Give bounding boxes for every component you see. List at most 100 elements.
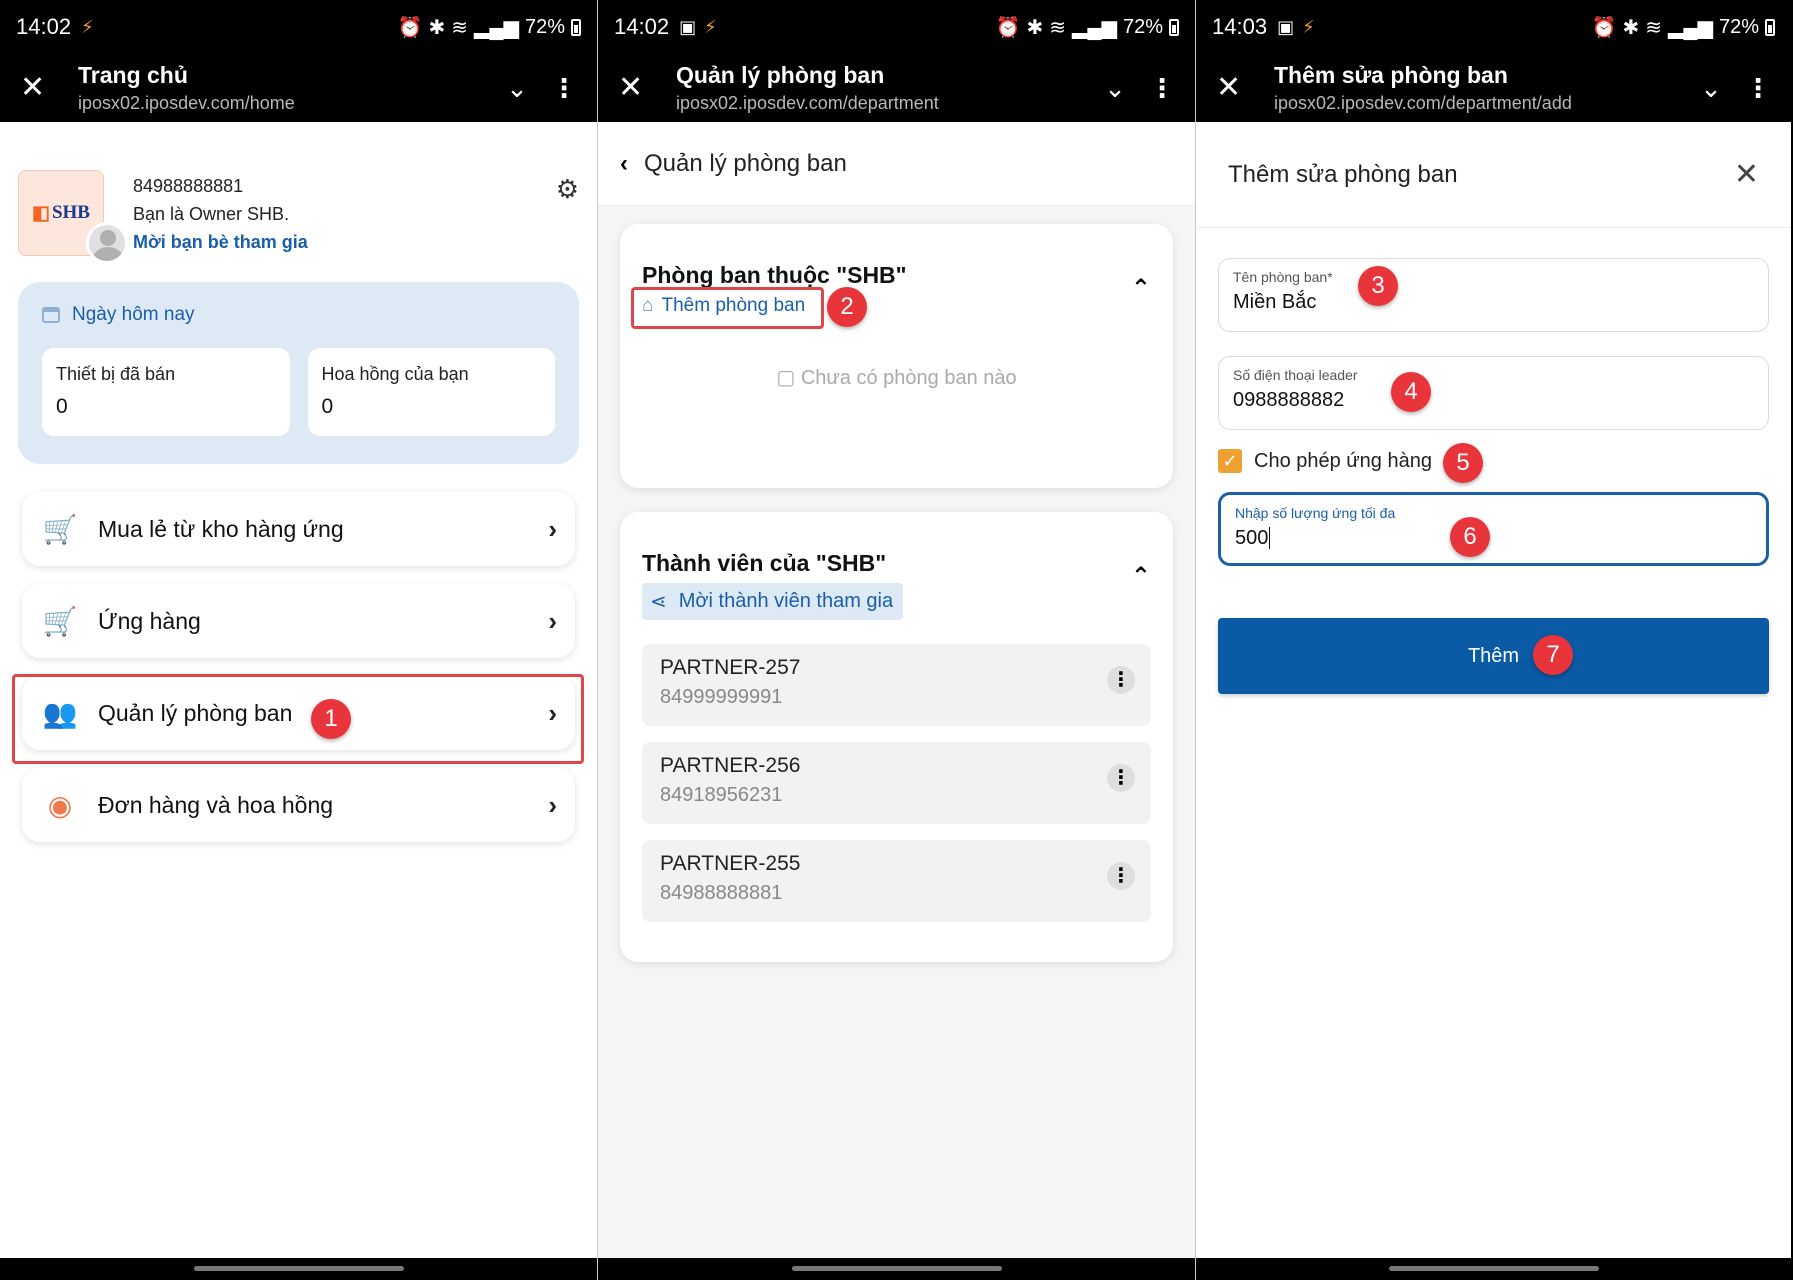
departments-title: Phòng ban thuộc "SHB" xyxy=(642,262,907,288)
department-name-field[interactable]: Tên phòng ban* Miền Bắc xyxy=(1218,258,1769,332)
close-icon[interactable]: ✕ xyxy=(618,73,676,103)
checkbox-label: Cho phép ứng hàng xyxy=(1254,449,1432,472)
stat-label: Hoa hồng của bạn xyxy=(321,364,469,384)
members-title: Thành viên của "SHB" xyxy=(642,550,887,576)
gear-icon[interactable]: ⚙ xyxy=(556,174,579,205)
field-label: Số điện thoại leader xyxy=(1233,367,1358,383)
image-icon: ▣ xyxy=(1277,16,1295,37)
signal-icon: ▂▄▆ xyxy=(1668,16,1713,39)
member-row[interactable]: PARTNER-255 84988888881 ⋮ xyxy=(642,840,1151,922)
browser-bar: ✕ Trang chủ iposx02.iposdev.com/home ⌄ ⋮ xyxy=(0,54,597,122)
menu-item-orders[interactable]: ◉ Đơn hàng và hoa hồng › xyxy=(22,768,575,842)
member-name: PARTNER-257 xyxy=(660,656,801,679)
step-badge: 4 xyxy=(1391,372,1431,412)
step-badge: 3 xyxy=(1358,266,1398,306)
chevron-down-icon[interactable]: ⌄ xyxy=(1681,73,1741,104)
step-badge: 1 xyxy=(311,699,351,739)
field-value: 0988888882 xyxy=(1233,389,1345,411)
browser-bar: ✕ Quản lý phòng ban iposx02.iposdev.com/… xyxy=(598,54,1195,122)
more-vert-icon[interactable]: ⋮ xyxy=(1145,73,1175,104)
avatar xyxy=(86,222,128,264)
chevron-down-icon[interactable]: ⌄ xyxy=(487,73,547,104)
browser-url: iposx02.iposdev.com/home xyxy=(78,93,295,113)
more-vert-icon[interactable]: ⋮ xyxy=(1107,862,1135,890)
add-button[interactable]: Thêm xyxy=(1218,618,1769,694)
today-panel: Ngày hôm nay Thiết bị đã bán 0 Hoa hồng … xyxy=(18,282,579,464)
back-icon[interactable]: ‹ xyxy=(620,150,628,178)
more-vert-icon[interactable]: ⋮ xyxy=(1741,73,1771,104)
menu-item-retail[interactable]: 🛒 Mua lẻ từ kho hàng ứng › xyxy=(22,492,575,566)
home-indicator xyxy=(0,1258,597,1280)
wifi-icon: ≋ xyxy=(1645,16,1663,39)
browser-bar: ✕ Thêm sửa phòng ban iposx02.iposdev.com… xyxy=(1196,54,1791,122)
highlight-box xyxy=(631,287,824,329)
home-indicator xyxy=(1196,1258,1791,1280)
more-vert-icon[interactable]: ⋮ xyxy=(547,73,577,104)
app-notification-icon: ⚡ xyxy=(704,16,717,37)
stat-value: 0 xyxy=(321,395,334,418)
battery-icon xyxy=(1169,18,1179,36)
image-icon: ▣ xyxy=(679,16,697,37)
step-badge: 5 xyxy=(1443,443,1483,483)
battery-icon xyxy=(571,18,581,36)
profile-section: ◧ SHB 84988888881 Bạn là Owner SHB. Mời b… xyxy=(0,122,597,282)
calendar-icon xyxy=(42,307,60,323)
screen-departments: 14:02 ▣ ⚡ ⏰ ✱ ≋ ▂▄▆ 72% ✕ Quản lý phòng … xyxy=(597,0,1195,1280)
departments-card: Phòng ban thuộc "SHB" ⌃ ⌂ Thêm phòng ban… xyxy=(620,224,1173,488)
step-badge: 7 xyxy=(1533,635,1573,675)
bluetooth-icon: ✱ xyxy=(428,16,446,39)
browser-url: iposx02.iposdev.com/department/add xyxy=(1274,93,1572,113)
member-name: PARTNER-256 xyxy=(660,754,801,777)
highlight-box xyxy=(12,674,584,764)
today-title: Ngày hôm nay xyxy=(72,304,195,325)
alarm-icon: ⏰ xyxy=(1591,16,1617,39)
chevron-down-icon[interactable]: ⌄ xyxy=(1085,73,1145,104)
close-icon[interactable]: ✕ xyxy=(20,73,78,103)
more-vert-icon[interactable]: ⋮ xyxy=(1107,764,1135,792)
invite-friends-link[interactable]: Mời bạn bè tham gia xyxy=(133,228,308,256)
step-badge: 2 xyxy=(827,287,867,327)
page-body: Phòng ban thuộc "SHB" ⌃ ⌂ Thêm phòng ban… xyxy=(598,206,1195,1258)
chevron-up-icon[interactable]: ⌃ xyxy=(1131,274,1151,303)
empty-state: ▢ Chưa có phòng ban nào xyxy=(642,365,1151,390)
add-button-label: Thêm xyxy=(1467,644,1520,667)
leader-phone-field[interactable]: Số điện thoại leader 0988888882 xyxy=(1218,356,1769,430)
chevron-up-icon[interactable]: ⌃ xyxy=(1131,562,1151,591)
chevron-right-icon: › xyxy=(548,789,557,820)
invite-member-button[interactable]: ⋖ Mời thành viên tham gia xyxy=(642,583,904,620)
step-badge: 6 xyxy=(1450,517,1490,557)
screen-add-department: 14:03 ▣ ⚡ ⏰ ✱ ≋ ▂▄▆ 72% ✕ Thêm sửa phòng… xyxy=(1195,0,1791,1280)
profile-role: Bạn là Owner SHB. xyxy=(133,204,290,224)
signal-icon: ▂▄▆ xyxy=(474,16,519,39)
member-phone: 84918956231 xyxy=(660,784,783,806)
more-vert-icon[interactable]: ⋮ xyxy=(1107,666,1135,694)
browser-url: iposx02.iposdev.com/department xyxy=(676,93,939,113)
close-icon[interactable]: ✕ xyxy=(1734,157,1759,192)
member-name: PARTNER-255 xyxy=(660,852,801,875)
dialog-header: Thêm sửa phòng ban ✕ xyxy=(1196,122,1791,228)
stat-value: 0 xyxy=(56,395,68,418)
battery-text: 72% xyxy=(1718,15,1759,38)
member-row[interactable]: PARTNER-257 84999999991 ⋮ xyxy=(642,644,1151,726)
dialog-title: Thêm sửa phòng ban xyxy=(1228,160,1458,188)
empty-box-icon: ▢ xyxy=(776,367,796,389)
status-time: 14:02 xyxy=(614,14,670,39)
status-bar: 14:02 ⚡ ⏰ ✱ ≋ ▂▄▆ 72% xyxy=(0,0,597,54)
status-time: 14:02 xyxy=(16,14,72,39)
main-menu: 🛒 Mua lẻ từ kho hàng ứng › 🛒 Ứng hàng › … xyxy=(0,464,597,842)
allow-advance-checkbox[interactable]: ✓ Cho phép ứng hàng xyxy=(1218,436,1769,486)
close-icon[interactable]: ✕ xyxy=(1216,73,1274,103)
menu-label: Ứng hàng xyxy=(98,607,201,634)
status-bar: 14:03 ▣ ⚡ ⏰ ✱ ≋ ▂▄▆ 72% xyxy=(1196,0,1791,54)
cart-green-icon: 🛒 xyxy=(42,605,78,637)
browser-title: Quản lý phòng ban xyxy=(676,62,885,88)
wifi-icon: ≋ xyxy=(451,16,469,39)
member-row[interactable]: PARTNER-256 84918956231 ⋮ xyxy=(642,742,1151,824)
invite-member-label: Mời thành viên tham gia xyxy=(678,590,894,612)
status-bar: 14:02 ▣ ⚡ ⏰ ✱ ≋ ▂▄▆ 72% xyxy=(598,0,1195,54)
menu-item-advance[interactable]: 🛒 Ứng hàng › xyxy=(22,584,575,658)
orders-icon: ◉ xyxy=(47,789,73,821)
max-quantity-field[interactable]: Nhập số lượng ứng tối đa 500 xyxy=(1218,492,1769,566)
field-value: 500 xyxy=(1235,527,1271,549)
battery-text: 72% xyxy=(1122,15,1163,38)
